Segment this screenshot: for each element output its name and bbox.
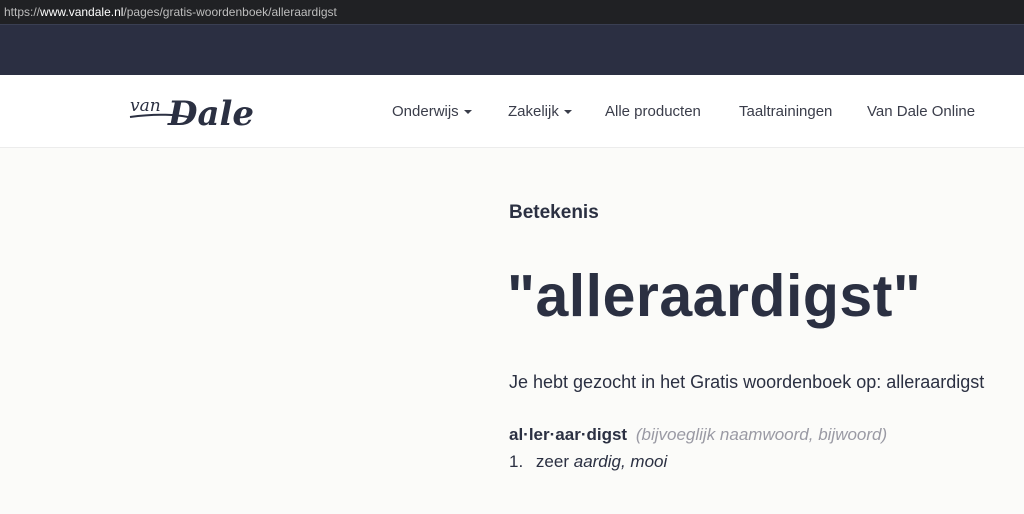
- logo-text-dale: Dale: [167, 94, 254, 133]
- top-banner: [0, 24, 1024, 75]
- caret-down-icon: [563, 109, 572, 114]
- entry-part-of-speech: (bijvoeglijk naamwoord, bijwoord): [635, 425, 888, 444]
- nav-taaltrainingen-label: Taaltrainingen: [739, 103, 833, 120]
- van-dale-logo[interactable]: van Dale: [128, 91, 276, 133]
- definition-number: 1.: [509, 452, 524, 471]
- dictionary-entry: al·ler·aar·digst (bijvoeglijk naamwoord,…: [509, 425, 887, 445]
- nav-zakelijk[interactable]: Zakelijk: [508, 75, 572, 148]
- url-path: /pages/gratis-woordenboek/alleraardigst: [123, 5, 337, 19]
- page-title: "alleraardigst": [507, 263, 922, 329]
- nav-van-dale-online-label: Van Dale Online: [867, 103, 976, 120]
- nav-van-dale-online[interactable]: Van Dale Online: [867, 75, 975, 148]
- section-label: Betekenis: [509, 202, 599, 223]
- nav-taaltrainingen[interactable]: Taaltrainingen: [739, 75, 832, 148]
- site-header: van Dale Onderwijs Zakelijk Alle product…: [0, 75, 1024, 148]
- nav-alle-producten[interactable]: Alle producten: [605, 75, 701, 148]
- nav-onderwijs-label: Onderwijs: [392, 103, 459, 120]
- address-bar[interactable]: https://www.vandale.nl/pages/gratis-woor…: [0, 0, 1024, 24]
- caret-down-icon: [463, 109, 472, 114]
- url-prefix: https://: [4, 5, 41, 19]
- nav-zakelijk-label: Zakelijk: [508, 103, 559, 120]
- definition-meaning: aardig, mooi: [573, 452, 668, 471]
- url-host: www.vandale.nl: [40, 5, 124, 19]
- entry-word: al·ler·aar·digst: [509, 425, 628, 444]
- search-summary: Je hebt gezocht in het Gratis woordenboe…: [509, 372, 985, 392]
- logo-text-van: van: [130, 96, 161, 116]
- nav-onderwijs[interactable]: Onderwijs: [392, 75, 472, 148]
- nav-alle-producten-label: Alle producten: [605, 103, 701, 120]
- definition-prefix: zeer: [535, 452, 569, 471]
- definition-item: 1. zeer aardig, mooi: [509, 452, 667, 472]
